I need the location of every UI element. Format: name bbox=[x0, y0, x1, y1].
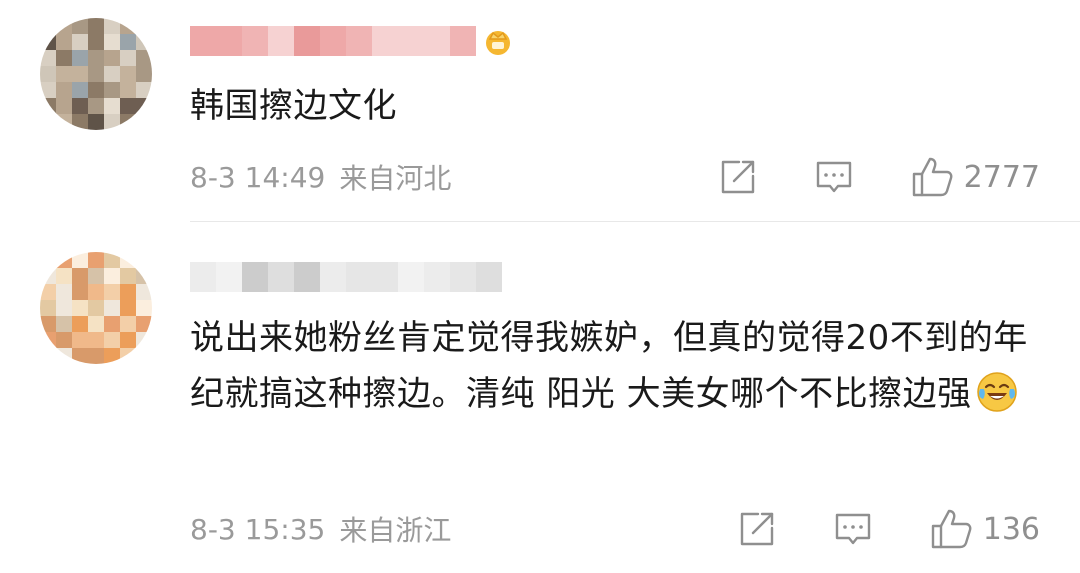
comment-text-body: 说出来她粉丝肯定觉得我嫉妒，但真的觉得20不到的年纪就搞这种擦边。清纯 阳光 大… bbox=[190, 318, 1028, 414]
share-icon bbox=[721, 160, 754, 194]
like-button[interactable]: 136 bbox=[929, 507, 1040, 551]
comment-actions: 136 bbox=[735, 507, 1040, 551]
comment-text: 说出来她粉丝肯定觉得我嫉妒，但真的觉得20不到的年纪就搞这种擦边。清纯 阳光 大… bbox=[190, 310, 1040, 422]
comment-item: 说出来她粉丝肯定觉得我嫉妒，但真的觉得20不到的年纪就搞这种擦边。清纯 阳光 大… bbox=[0, 222, 1080, 573]
comment-item: 韩国擦边文化 8-3 14:49 来自河北 2777 bbox=[0, 0, 1080, 222]
like-count: 2777 bbox=[963, 159, 1040, 195]
comment-icon bbox=[816, 161, 851, 193]
comment-location: 来自河北 bbox=[339, 162, 452, 195]
comment-meta: 8-3 15:35 来自浙江 bbox=[190, 509, 451, 549]
share-button[interactable] bbox=[716, 155, 760, 199]
username-pixelated[interactable] bbox=[190, 24, 516, 58]
share-button[interactable] bbox=[735, 507, 779, 551]
avatar[interactable] bbox=[40, 252, 152, 364]
avatar[interactable] bbox=[40, 18, 152, 130]
like-count: 136 bbox=[982, 511, 1040, 547]
vip-crown-badge-icon bbox=[480, 23, 516, 59]
username-pixelated[interactable] bbox=[190, 260, 502, 294]
comment-time: 8-3 14:49 bbox=[190, 160, 326, 194]
thumbs-up-icon bbox=[931, 509, 972, 549]
share-icon bbox=[740, 512, 773, 546]
reply-button[interactable] bbox=[812, 155, 856, 199]
reply-button[interactable] bbox=[831, 507, 875, 551]
thumbs-up-icon bbox=[912, 157, 953, 197]
comment-icon bbox=[835, 513, 870, 545]
comment-time: 8-3 15:35 bbox=[190, 512, 326, 546]
laughing-crying-emoji-icon bbox=[976, 371, 1018, 413]
comment-actions: 2777 bbox=[716, 155, 1040, 199]
comment-meta: 8-3 14:49 来自河北 bbox=[190, 157, 451, 197]
comment-location: 来自浙江 bbox=[339, 514, 452, 547]
like-button[interactable]: 2777 bbox=[910, 155, 1040, 199]
comment-text: 韩国擦边文化 bbox=[190, 86, 397, 126]
